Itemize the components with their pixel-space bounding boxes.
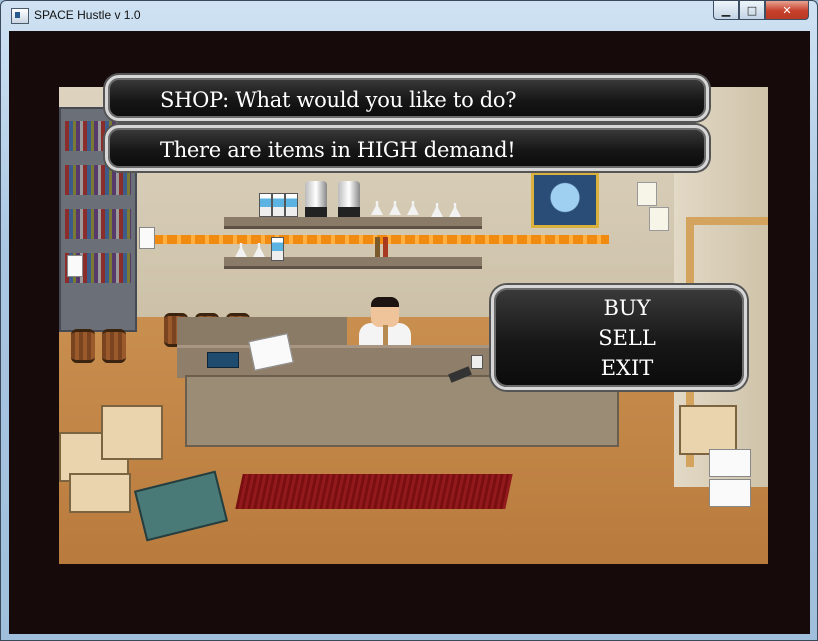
pinned-note xyxy=(139,227,155,249)
pinned-note xyxy=(649,207,669,231)
pinned-note xyxy=(637,182,657,206)
lower-shelf xyxy=(224,257,482,269)
red-rug xyxy=(235,474,513,509)
upper-shelf xyxy=(224,217,482,229)
gas-tank-item xyxy=(338,181,360,217)
barrel xyxy=(102,329,126,363)
close-icon: ✕ xyxy=(782,3,792,17)
minimize-icon: ▁ xyxy=(721,3,731,17)
bottle-item xyxy=(383,237,388,257)
title-bar[interactable]: SPACE Hustle v 1.0 ▁ □ ✕ xyxy=(1,1,817,31)
cardboard-box xyxy=(679,405,737,455)
dialog-box-notice: There are items in HIGH demand! xyxy=(105,125,709,171)
wall-stripe xyxy=(139,235,609,244)
space-picture xyxy=(531,172,599,228)
close-button[interactable]: ✕ xyxy=(765,1,809,20)
jar-item xyxy=(271,237,284,261)
barrel xyxy=(71,329,95,363)
jar-item xyxy=(285,193,298,217)
shopkeeper-head xyxy=(371,297,399,327)
jar-item xyxy=(259,193,272,217)
device-item xyxy=(207,352,239,368)
bottle-item xyxy=(375,237,380,257)
maximize-button[interactable]: □ xyxy=(739,1,765,20)
menu-item-exit[interactable]: EXIT xyxy=(494,354,744,382)
game-window: SPACE Hustle v 1.0 ▁ □ ✕ SHOP: What woul… xyxy=(0,0,818,641)
dialog-box-prompt: SHOP: What would you like to do? xyxy=(105,75,709,121)
menu-item-buy[interactable]: BUY xyxy=(494,294,744,322)
paper-stack xyxy=(709,479,751,507)
maximize-icon: □ xyxy=(746,3,758,17)
menu-item-sell[interactable]: SELL xyxy=(494,324,744,352)
window-title: SPACE Hustle v 1.0 xyxy=(34,8,141,22)
game-viewport: SHOP: What would you like to do? There a… xyxy=(9,31,810,634)
shop-menu: BUY SELL EXIT xyxy=(491,285,747,390)
pinned-note xyxy=(67,255,83,277)
jar-item xyxy=(272,193,285,217)
app-icon xyxy=(11,8,29,24)
coffee-cup xyxy=(471,355,483,369)
cardboard-box xyxy=(69,473,131,513)
cardboard-box xyxy=(101,405,163,460)
window-controls: ▁ □ ✕ xyxy=(713,1,809,21)
lamp-fixture xyxy=(667,202,681,262)
paper-stack xyxy=(709,449,751,477)
minimize-button[interactable]: ▁ xyxy=(713,1,739,20)
book-row xyxy=(65,209,131,239)
dialog-notice-text: There are items in HIGH demand! xyxy=(160,138,516,162)
dialog-prompt-text: SHOP: What would you like to do? xyxy=(160,88,517,112)
gas-tank-item xyxy=(305,181,327,217)
